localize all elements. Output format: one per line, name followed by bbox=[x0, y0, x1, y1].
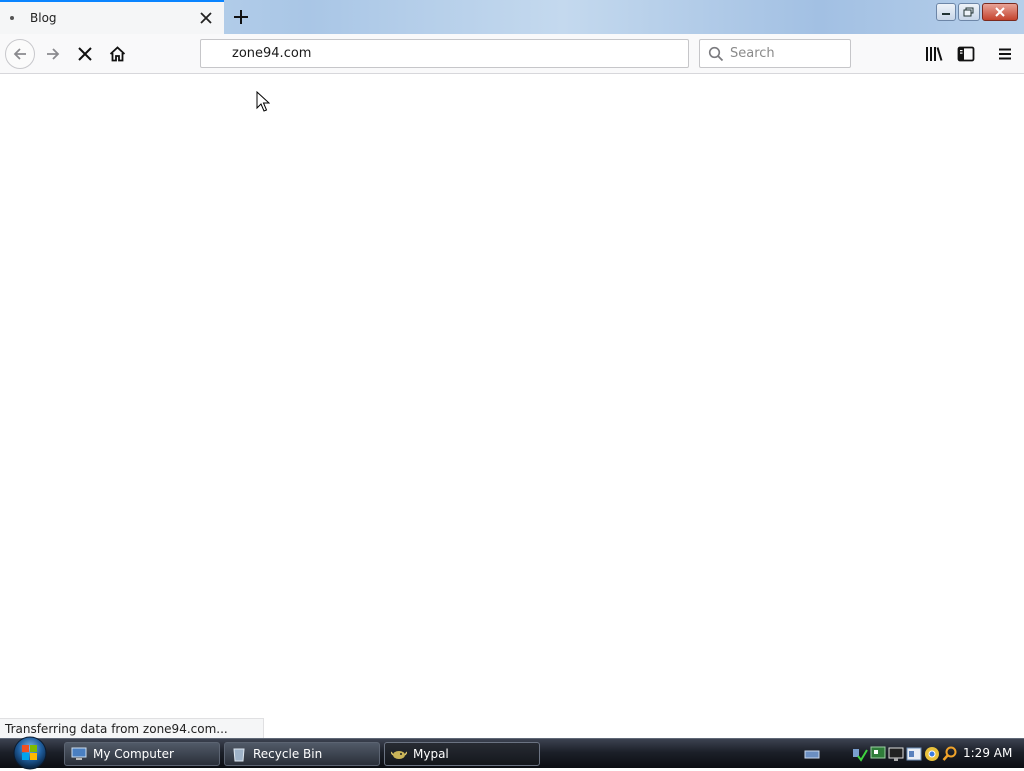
plus-icon bbox=[234, 10, 248, 24]
taskbar-item-label: Recycle Bin bbox=[253, 747, 323, 761]
home-button[interactable] bbox=[102, 39, 132, 69]
library-button[interactable] bbox=[919, 39, 949, 69]
close-window-button[interactable] bbox=[982, 3, 1018, 21]
arrow-left-icon bbox=[13, 48, 26, 60]
close-icon bbox=[995, 7, 1005, 17]
tab-blog[interactable]: Blog bbox=[0, 0, 224, 34]
url-text: zone94.com bbox=[232, 46, 312, 61]
status-text: Transferring data from zone94.com... bbox=[5, 722, 228, 736]
taskbar-item-mypal[interactable]: Mypal bbox=[384, 742, 540, 766]
mypal-icon bbox=[391, 746, 407, 762]
url-bar[interactable]: zone94.com bbox=[200, 39, 689, 68]
search-placeholder: Search bbox=[730, 46, 775, 61]
network-check-icon[interactable] bbox=[852, 746, 868, 762]
search-icon bbox=[708, 46, 724, 62]
taskbar-item-label: My Computer bbox=[93, 747, 174, 761]
stop-icon bbox=[78, 47, 92, 61]
new-tab-button[interactable] bbox=[228, 4, 254, 30]
stop-button[interactable] bbox=[70, 39, 100, 69]
taskbar-item-recycle-bin[interactable]: Recycle Bin bbox=[224, 742, 380, 766]
back-button[interactable] bbox=[5, 39, 35, 69]
computer-icon bbox=[71, 746, 87, 762]
taskbar-clock[interactable]: 1:29 AM bbox=[963, 746, 1012, 760]
forward-button[interactable] bbox=[38, 39, 68, 69]
restore-button[interactable] bbox=[958, 3, 980, 21]
keyboard-icon[interactable] bbox=[804, 746, 820, 762]
mouse-cursor-icon bbox=[256, 91, 270, 112]
hamburger-menu-icon bbox=[999, 48, 1011, 60]
loading-indicator-icon bbox=[10, 16, 14, 20]
close-tab-button[interactable] bbox=[196, 8, 216, 28]
tab-strip: Blog bbox=[0, 0, 1024, 34]
menu-button[interactable] bbox=[990, 39, 1020, 69]
taskbar-item-my-computer[interactable]: My Computer bbox=[64, 742, 220, 766]
page-content[interactable] bbox=[0, 75, 1024, 738]
window-controls bbox=[936, 3, 1018, 21]
system-tray bbox=[804, 739, 958, 769]
minimize-icon bbox=[942, 13, 950, 15]
tab-title: Blog bbox=[30, 11, 57, 25]
minimize-button[interactable] bbox=[936, 3, 956, 21]
sidebar-button[interactable] bbox=[951, 39, 981, 69]
search-icon[interactable] bbox=[942, 746, 958, 762]
navigation-toolbar: zone94.com Search bbox=[0, 34, 1024, 74]
home-icon bbox=[109, 46, 125, 62]
taskbar: My Computer Recycle Bin Mypal 1:29 AM bbox=[0, 735, 1024, 771]
start-button[interactable] bbox=[8, 735, 52, 771]
library-icon bbox=[926, 47, 943, 61]
windows-logo-icon bbox=[13, 736, 47, 770]
monitor-icon[interactable] bbox=[870, 746, 886, 762]
search-input[interactable]: Search bbox=[699, 39, 851, 68]
display-icon[interactable] bbox=[888, 746, 904, 762]
close-icon bbox=[200, 12, 212, 24]
taskbar-item-label: Mypal bbox=[413, 747, 449, 761]
arrow-right-icon bbox=[47, 48, 60, 60]
recycle-bin-icon bbox=[231, 746, 247, 762]
sidebar-icon bbox=[957, 46, 975, 62]
chrome-icon[interactable] bbox=[924, 746, 940, 762]
folder-icon[interactable] bbox=[906, 746, 922, 762]
restore-icon bbox=[963, 7, 974, 17]
